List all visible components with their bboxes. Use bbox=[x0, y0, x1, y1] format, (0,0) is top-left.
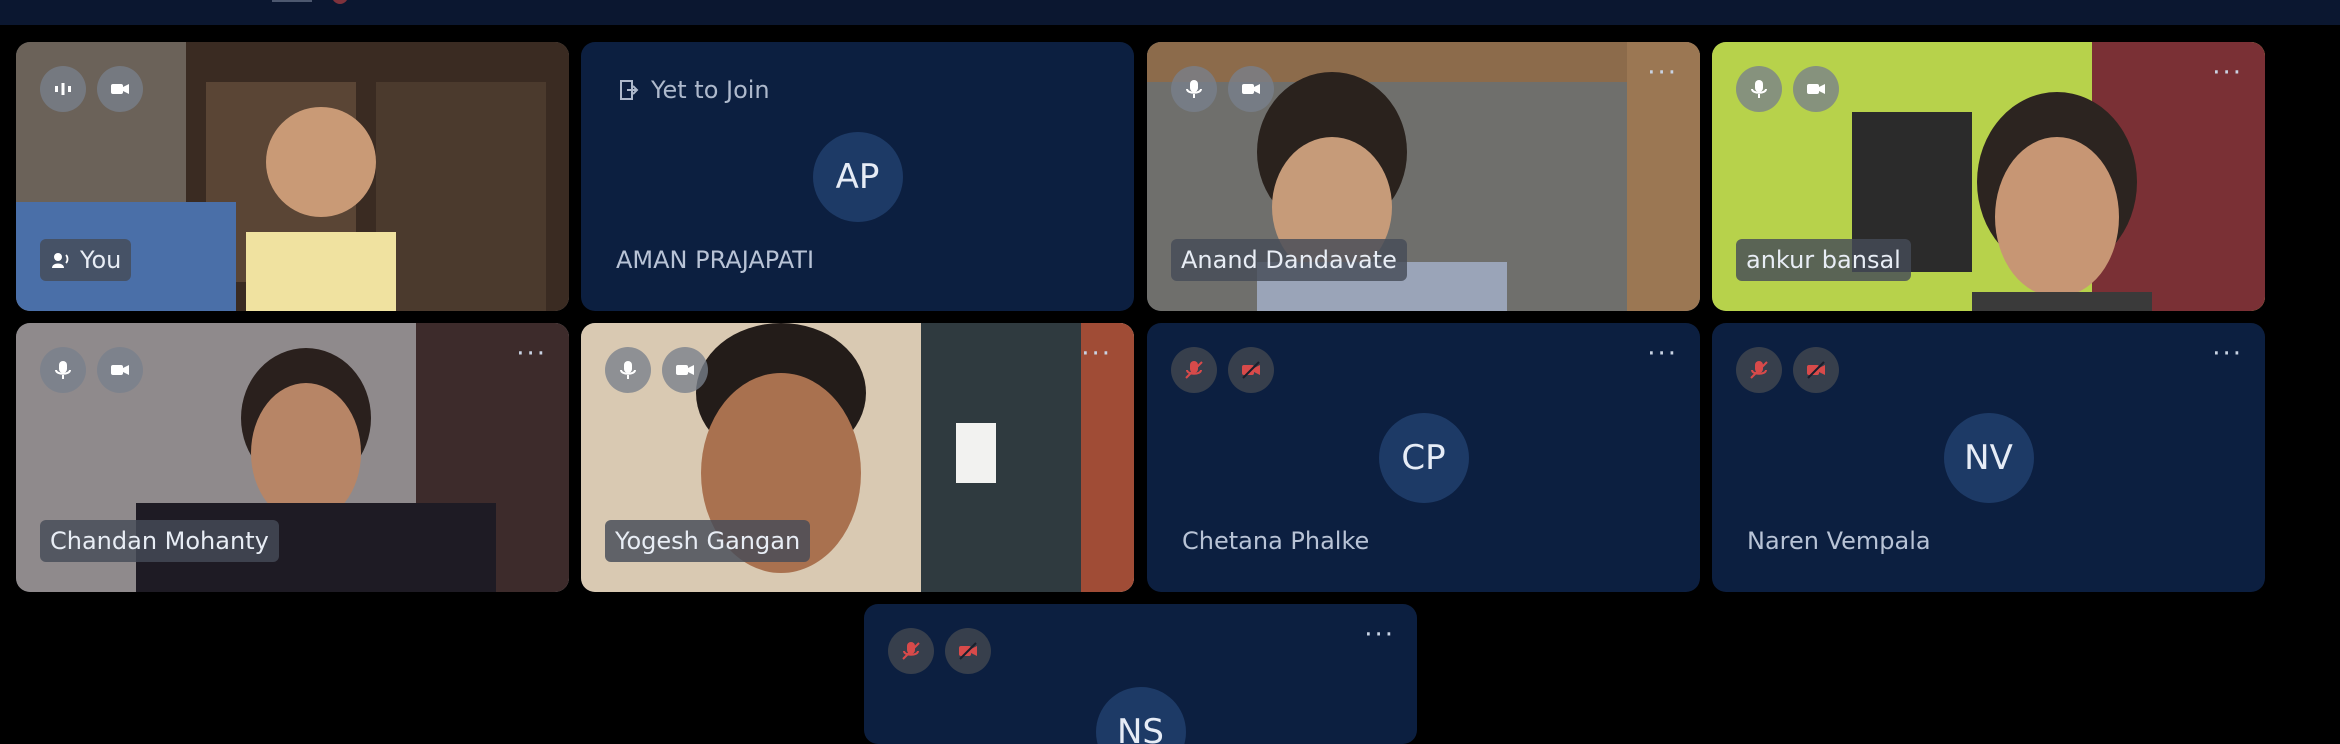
participant-name: Naren Vempala bbox=[1747, 527, 1931, 555]
exit-door-icon bbox=[620, 80, 639, 100]
avatar: NV bbox=[1943, 412, 2034, 503]
participant-name: Chandan Mohanty bbox=[40, 520, 279, 562]
mic-icon[interactable] bbox=[605, 347, 651, 393]
participant-tile-chandan[interactable]: ··· Chandan Mohanty bbox=[16, 323, 569, 592]
participant-tile-ankur[interactable]: ··· ankur bansal bbox=[1712, 42, 2265, 311]
avatar: NS bbox=[1095, 687, 1186, 744]
camera-off-icon[interactable] bbox=[1228, 347, 1274, 393]
participant-name: AMAN PRAJAPATI bbox=[616, 246, 815, 274]
camera-off-icon[interactable] bbox=[945, 628, 991, 674]
controls bbox=[40, 66, 143, 112]
more-options-icon[interactable]: ··· bbox=[1647, 341, 1678, 367]
avatar: AP bbox=[812, 131, 903, 222]
avatar: CP bbox=[1378, 412, 1469, 503]
controls bbox=[1171, 347, 1274, 393]
more-options-icon[interactable]: ··· bbox=[2212, 341, 2243, 367]
mic-muted-icon[interactable] bbox=[1736, 347, 1782, 393]
participant-name: Anand Dandavate bbox=[1171, 239, 1407, 281]
participant-tile-anand[interactable]: ··· Anand Dandavate bbox=[1147, 42, 1700, 311]
more-options-icon[interactable]: ··· bbox=[1364, 622, 1395, 648]
more-options-icon[interactable]: ··· bbox=[516, 341, 547, 367]
controls bbox=[1736, 347, 1839, 393]
participant-tile-chetana[interactable]: ··· CP Chetana Phalke bbox=[1147, 323, 1700, 592]
participant-name: You bbox=[40, 239, 132, 281]
mic-icon[interactable] bbox=[1171, 66, 1217, 112]
more-options-icon[interactable]: ··· bbox=[1081, 341, 1112, 367]
mic-icon[interactable] bbox=[40, 347, 86, 393]
mic-speaking-icon[interactable] bbox=[40, 66, 86, 112]
participant-tile-you[interactable]: You bbox=[16, 42, 569, 311]
top-bar bbox=[0, 0, 2340, 25]
participant-name: Yogesh Gangan bbox=[605, 520, 811, 562]
mic-muted-icon[interactable] bbox=[1171, 347, 1217, 393]
camera-off-icon[interactable] bbox=[1793, 347, 1839, 393]
camera-icon[interactable] bbox=[662, 347, 708, 393]
controls bbox=[1736, 66, 1839, 112]
controls bbox=[605, 347, 708, 393]
topbar-cut-content bbox=[272, 0, 347, 4]
camera-icon[interactable] bbox=[1228, 66, 1274, 112]
camera-icon[interactable] bbox=[97, 66, 143, 112]
mic-icon[interactable] bbox=[1736, 66, 1782, 112]
participant-name: ankur bansal bbox=[1736, 239, 1911, 281]
participant-tile-naren[interactable]: ··· NV Naren Vempala bbox=[1712, 323, 2265, 592]
participant-name: Chetana Phalke bbox=[1182, 527, 1370, 555]
more-options-icon[interactable]: ··· bbox=[1647, 60, 1678, 86]
yet-to-join-status: Yet to Join bbox=[617, 76, 770, 104]
controls bbox=[40, 347, 143, 393]
participant-tile-yogesh[interactable]: ··· Yogesh Gangan bbox=[581, 323, 1134, 592]
camera-icon[interactable] bbox=[1793, 66, 1839, 112]
speaking-icon bbox=[52, 253, 69, 268]
controls bbox=[1171, 66, 1274, 112]
controls bbox=[888, 628, 991, 674]
mic-muted-icon[interactable] bbox=[888, 628, 934, 674]
more-options-icon[interactable]: ··· bbox=[2212, 60, 2243, 86]
participant-tile-aman[interactable]: Yet to Join AP AMAN PRAJAPATI bbox=[581, 42, 1134, 311]
camera-icon[interactable] bbox=[97, 347, 143, 393]
participant-tile-ns[interactable]: ··· NS bbox=[864, 604, 1417, 744]
